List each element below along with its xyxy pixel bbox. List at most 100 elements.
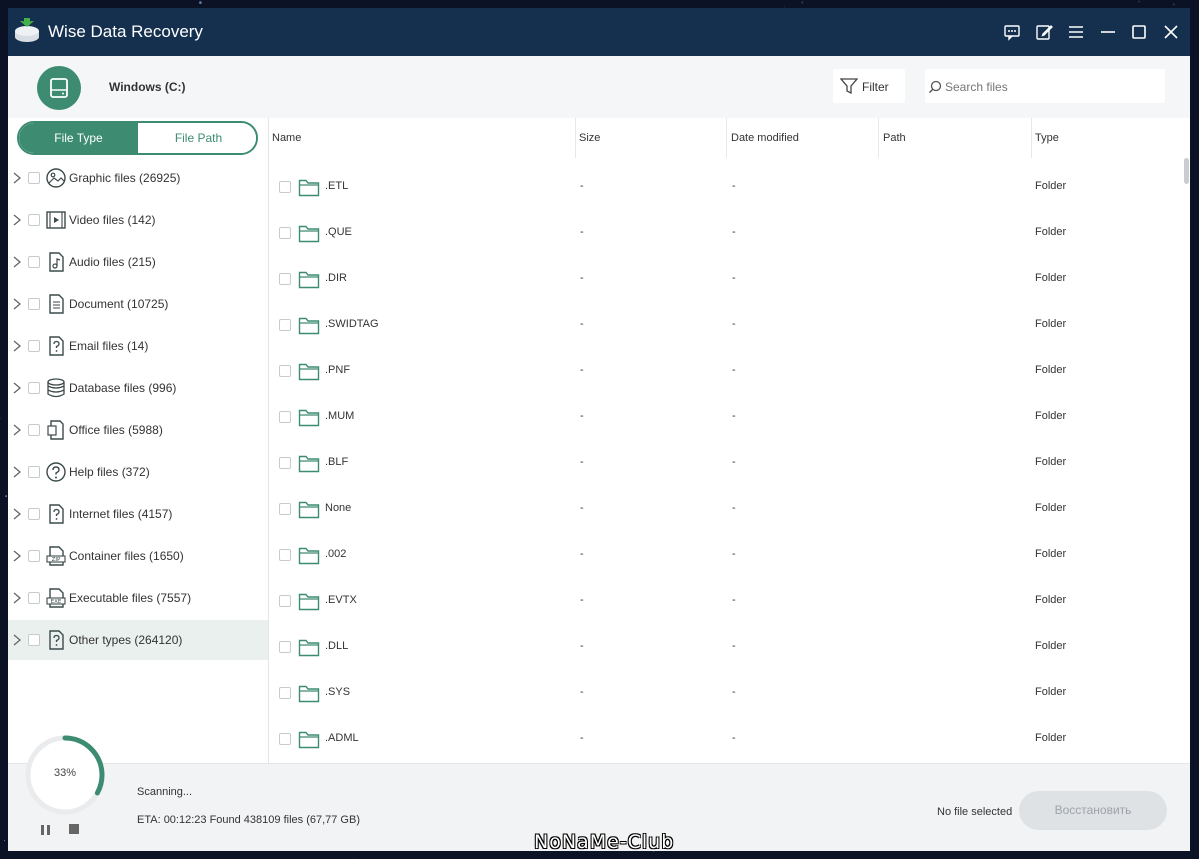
category-checkbox[interactable]	[28, 298, 40, 310]
column-type[interactable]: Type	[1035, 118, 1059, 158]
filter-button[interactable]: Filter	[833, 69, 905, 103]
column-date-modified[interactable]: Date modified	[731, 118, 799, 158]
feedback-button[interactable]	[1002, 22, 1022, 42]
category-checkbox[interactable]	[28, 508, 40, 520]
chevron-right-icon[interactable]	[12, 508, 22, 520]
category-item[interactable]: Document (10725)	[8, 284, 268, 324]
column-divider[interactable]	[878, 118, 879, 158]
row-checkbox[interactable]	[279, 411, 291, 423]
category-item[interactable]: Office files (5988)	[8, 410, 268, 450]
table-row[interactable]: .ADML - - Folder	[269, 717, 1185, 763]
cell-type: Folder	[1035, 226, 1067, 238]
table-row[interactable]: .DIR - - Folder	[269, 257, 1185, 303]
row-checkbox[interactable]	[279, 687, 291, 699]
category-checkbox[interactable]	[28, 466, 40, 478]
category-checkbox[interactable]	[28, 256, 40, 268]
category-item[interactable]: Other types (264120)	[8, 620, 268, 660]
column-path[interactable]: Path	[883, 118, 906, 158]
cell-size: -	[580, 686, 584, 698]
cell-type: Folder	[1035, 456, 1067, 468]
cell-name: .SWIDTAG	[325, 318, 379, 330]
row-checkbox[interactable]	[279, 457, 291, 469]
category-item[interactable]: Graphic files (26925)	[8, 158, 268, 198]
search-input[interactable]	[943, 76, 1157, 98]
column-divider[interactable]	[726, 118, 727, 158]
chevron-right-icon[interactable]	[12, 634, 22, 646]
cell-size: -	[580, 502, 584, 514]
category-checkbox[interactable]	[28, 592, 40, 604]
drive-name: Windows (C:)	[109, 80, 186, 94]
table-row[interactable]: .SYS - - Folder	[269, 671, 1185, 717]
row-checkbox[interactable]	[279, 549, 291, 561]
row-checkbox[interactable]	[279, 641, 291, 653]
row-checkbox[interactable]	[279, 273, 291, 285]
folder-icon	[298, 593, 320, 611]
column-divider[interactable]	[1031, 118, 1032, 158]
row-checkbox[interactable]	[279, 319, 291, 331]
tab-file-path[interactable]: File Path	[139, 123, 256, 153]
row-checkbox[interactable]	[279, 365, 291, 377]
row-checkbox[interactable]	[279, 503, 291, 515]
category-checkbox[interactable]	[28, 172, 40, 184]
table-row[interactable]: .DLL - - Folder	[269, 625, 1185, 671]
restore-button[interactable]: Восстановить	[1019, 791, 1167, 830]
chevron-right-icon[interactable]	[12, 214, 22, 226]
category-item[interactable]: Audio files (215)	[8, 242, 268, 282]
category-checkbox[interactable]	[28, 382, 40, 394]
chevron-right-icon[interactable]	[12, 592, 22, 604]
edit-button[interactable]	[1034, 22, 1054, 42]
cell-type: Folder	[1035, 640, 1067, 652]
row-checkbox[interactable]	[279, 733, 291, 745]
table-row[interactable]: .EVTX - - Folder	[269, 579, 1185, 625]
minimize-button[interactable]	[1098, 22, 1118, 42]
table-row[interactable]: .BLF - - Folder	[269, 441, 1185, 487]
chevron-right-icon[interactable]	[12, 340, 22, 352]
table-row[interactable]: None - - Folder	[269, 487, 1185, 533]
table-row[interactable]: .SWIDTAG - - Folder	[269, 303, 1185, 349]
row-checkbox[interactable]	[279, 227, 291, 239]
table-row[interactable]: .002 - - Folder	[269, 533, 1185, 579]
category-checkbox[interactable]	[28, 340, 40, 352]
row-checkbox[interactable]	[279, 595, 291, 607]
menu-button[interactable]	[1066, 22, 1086, 42]
column-divider[interactable]	[575, 118, 576, 158]
chevron-right-icon[interactable]	[12, 172, 22, 184]
progress-percent: 33%	[53, 767, 77, 779]
row-checkbox[interactable]	[279, 181, 291, 193]
chevron-right-icon[interactable]	[12, 424, 22, 436]
table-row[interactable]: .QUE - - Folder	[269, 211, 1185, 257]
category-item[interactable]: Help files (372)	[8, 452, 268, 492]
scrollbar-thumb[interactable]	[1184, 158, 1189, 184]
category-item[interactable]: ZIP Container files (1650)	[8, 536, 268, 576]
column-name[interactable]: Name	[272, 118, 301, 158]
pause-icon[interactable]	[40, 824, 52, 836]
chevron-right-icon[interactable]	[12, 256, 22, 268]
category-checkbox[interactable]	[28, 550, 40, 562]
chevron-right-icon[interactable]	[12, 466, 22, 478]
chevron-right-icon[interactable]	[12, 550, 22, 562]
table-row[interactable]: .ETL - - Folder	[269, 165, 1185, 211]
close-button[interactable]	[1161, 22, 1181, 42]
chevron-right-icon[interactable]	[12, 298, 22, 310]
help-icon	[46, 462, 66, 482]
category-label: Database files (996)	[69, 381, 177, 395]
chevron-right-icon[interactable]	[12, 382, 22, 394]
category-item[interactable]: Video files (142)	[8, 200, 268, 240]
table-row[interactable]: .PNF - - Folder	[269, 349, 1185, 395]
tab-file-type[interactable]: File Type	[19, 123, 138, 153]
category-checkbox[interactable]	[28, 424, 40, 436]
category-item[interactable]: Email files (14)	[8, 326, 268, 366]
category-checkbox[interactable]	[28, 214, 40, 226]
filter-label: Filter	[862, 80, 889, 94]
folder-icon	[298, 639, 320, 657]
maximize-button[interactable]	[1129, 22, 1149, 42]
category-item[interactable]: EXE Executable files (7557)	[8, 578, 268, 618]
column-size[interactable]: Size	[579, 118, 600, 158]
category-checkbox[interactable]	[28, 634, 40, 646]
table-row[interactable]: .MUM - - Folder	[269, 395, 1185, 441]
category-item[interactable]: Internet files (4157)	[8, 494, 268, 534]
minimize-icon	[1101, 31, 1115, 33]
category-item[interactable]: Database files (996)	[8, 368, 268, 408]
stop-icon[interactable]	[69, 824, 79, 834]
category-label: Video files (142)	[69, 213, 156, 227]
